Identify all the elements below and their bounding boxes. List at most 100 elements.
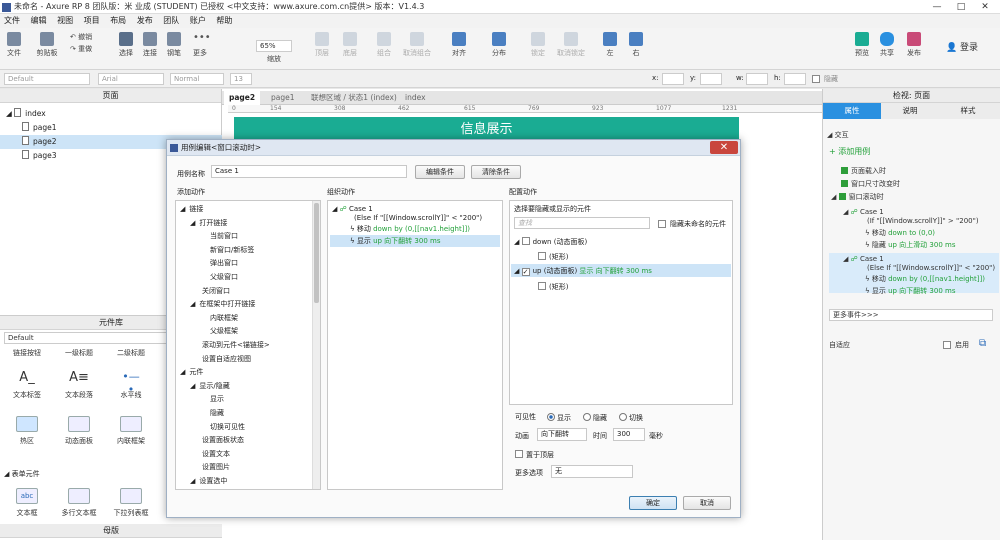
action-tree-item[interactable]: ◢ 显示/隐藏 [190,382,230,391]
font-size-select[interactable]: 13 [230,73,252,85]
config-item-rect1[interactable]: (矩形) [538,252,568,262]
dialog-close-button[interactable]: ✕ [710,141,738,154]
widget-dynamic-panel[interactable]: 动态面板 [54,416,104,446]
tab-style[interactable]: 样式 [939,103,997,119]
config-item-up[interactable]: ◢ ✓ up (动态面板) 显示 向下翻转 300 ms [514,267,652,276]
undo-button[interactable]: ↶ 撤销 [70,32,100,42]
ok-button[interactable]: 确定 [629,496,677,510]
case-if-action-move[interactable]: ϟ 移动 down to (0,0) [865,229,935,238]
event-page-load[interactable]: 页面载入时 [841,167,886,176]
preview-button[interactable]: 预览 [852,32,872,58]
minimize-button[interactable]: — [926,0,948,14]
login-button[interactable]: 👤 登录 [942,40,982,53]
hidden-checkbox[interactable] [812,75,820,83]
animation-select[interactable]: 向下翻转 [537,428,587,441]
config-search-input[interactable]: 查找 [514,217,650,229]
unlock-button[interactable]: 取消锁定 [554,32,588,58]
widget-textarea[interactable]: 多行文本框 [54,488,104,518]
menu-file[interactable]: 文件 [0,14,24,28]
action-tree-item[interactable]: 新窗口/新标签 [210,246,254,255]
h-input[interactable] [784,73,806,85]
time-input[interactable]: 300 [613,428,645,441]
page-item-page1[interactable]: page1 [0,121,222,135]
org-action-move[interactable]: ϟ 移动 down by (0,[[nav1.height]]) [350,225,470,234]
left-button[interactable]: 左 [600,32,620,58]
maximize-button[interactable]: □ [950,0,972,14]
action-tree-item[interactable]: ◢ 在框架中打开链接 [190,300,255,309]
item-checkbox[interactable] [538,282,546,290]
more-events-select[interactable]: 更多事件>>> [829,309,993,321]
clipboard-button[interactable]: 剪贴板 [34,32,60,58]
case-if-action-hide[interactable]: ϟ 隐藏 up 向上滑动 300 ms [865,241,955,250]
y-input[interactable] [700,73,722,85]
action-tree-item[interactable]: 滚动到元件<锚链接> [202,341,270,350]
connect-button[interactable]: 连接 [140,32,160,58]
lock-button[interactable]: 锁定 [526,32,550,58]
menu-help[interactable]: 帮助 [212,14,236,28]
adaptive-enable-checkbox[interactable] [943,341,951,349]
case-if[interactable]: ◢ ☍ Case 1 [843,208,884,217]
publish-button[interactable]: 发布 [902,32,926,58]
font-select[interactable]: Arial [98,73,164,85]
w-input[interactable] [746,73,768,85]
more-options-select[interactable]: 无 [551,465,633,478]
ungroup-button[interactable]: 取消组合 [400,32,434,58]
edit-condition-button[interactable]: 编辑条件 [415,165,465,179]
distribute-button[interactable]: 分布 [486,32,512,58]
action-tree-item[interactable]: 设置图片 [202,463,230,472]
widget-paragraph[interactable]: A≡ 文本段落 [54,370,104,400]
bottom-button[interactable]: 底层 [338,32,362,58]
menu-team[interactable]: 团队 [159,14,183,28]
radio-toggle[interactable]: 切换 [619,413,643,423]
widget-hotspot[interactable]: 热区 [2,416,52,446]
widget-link-button[interactable]: 链接按钮 [2,348,52,358]
action-tree-item[interactable]: 父级窗口 [210,273,238,282]
select-button[interactable]: 选择 [116,32,136,58]
widget-text-label[interactable]: A_ 文本标签 [2,370,52,400]
style-select[interactable]: Default [4,73,90,85]
case-elseif-action-move[interactable]: ϟ 移动 down by (0,[[nav1.height]]) [865,275,985,284]
page-item-index[interactable]: ◢ index [0,107,222,121]
canvas-banner[interactable]: 信息展示 [234,117,739,139]
group-button[interactable]: 组合 [372,32,396,58]
weight-select[interactable]: Normal [170,73,224,85]
widget-inline-frame[interactable]: 内联框架 [106,416,156,446]
widget-heading1[interactable]: 一级标题 [54,348,104,358]
bring-top-checkbox[interactable] [515,450,523,458]
tab-page2[interactable]: page2 [224,91,261,105]
item-checkbox[interactable] [538,252,546,260]
zoom-select[interactable]: 65% [256,40,292,52]
more-button[interactable]: ••• 更多 [190,32,211,58]
action-tree-item[interactable]: ◢ 元件 [180,368,203,377]
action-tree-item[interactable]: ◢ 打开链接 [190,219,227,228]
menu-project[interactable]: 项目 [80,14,104,28]
pen-button[interactable]: 钢笔 [164,32,184,58]
clear-condition-button[interactable]: 清除条件 [471,165,521,179]
case-elseif[interactable]: ◢ ☍ Case 1 [843,255,884,264]
radio-hide[interactable]: 隐藏 [583,413,607,423]
action-tree-item[interactable]: 内联框架 [210,314,238,323]
case-name-input[interactable]: Case 1 [211,165,407,178]
hide-unnamed-checkbox[interactable] [658,220,666,228]
item-checkbox-checked[interactable]: ✓ [521,268,530,276]
menu-publish[interactable]: 发布 [133,14,157,28]
close-window-button[interactable]: ✕ [974,0,996,14]
right-button[interactable]: 右 [626,32,646,58]
top-button[interactable]: 顶层 [310,32,334,58]
action-scrollbar[interactable] [312,201,320,489]
adaptive-views-icon[interactable]: ⧉ [979,339,986,349]
action-tree-item[interactable]: 切换可见性 [210,423,245,432]
widget-droplist[interactable]: 下拉列表框 [106,488,156,518]
action-tree-item[interactable]: 当前窗口 [210,232,238,241]
event-window-resize[interactable]: 窗口尺寸改变时 [841,180,900,189]
org-case[interactable]: ◢ ☍ Case 1 [332,205,373,214]
menu-account[interactable]: 账户 [186,14,210,28]
config-item-rect2[interactable]: (矩形) [538,282,568,292]
share-button[interactable]: 共享 [876,32,898,58]
action-tree-item[interactable]: 弹出窗口 [210,259,238,268]
menu-edit[interactable]: 编辑 [27,14,51,28]
action-tree-item[interactable]: 设置文本 [202,450,230,459]
menu-view[interactable]: 视图 [53,14,77,28]
interaction-header[interactable]: ◢ 交互 [827,131,849,140]
action-tree-item[interactable]: 设置自适应视图 [202,355,251,364]
